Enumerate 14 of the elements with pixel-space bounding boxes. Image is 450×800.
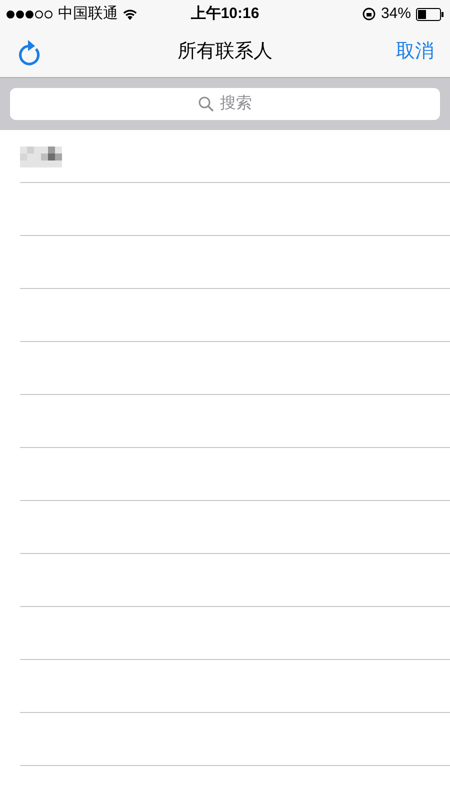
signal-icon: [6, 10, 54, 18]
wifi-icon: [122, 8, 138, 20]
rotation-lock-icon: [362, 7, 376, 21]
search-icon: [198, 96, 214, 112]
cancel-button[interactable]: 取消: [396, 38, 434, 67]
pixelated-name-drawing: [20, 146, 62, 168]
search-field[interactable]: 搜索: [10, 88, 440, 120]
status-time: 上午10:16: [190, 4, 260, 24]
refresh-button[interactable]: [16, 38, 42, 66]
nav-title: 所有联系人: [178, 40, 272, 64]
carrier-name: 中国联通: [58, 4, 118, 24]
battery-percent: 34%: [380, 4, 411, 24]
battery-icon: [416, 8, 444, 20]
refresh-icon: [16, 38, 42, 66]
